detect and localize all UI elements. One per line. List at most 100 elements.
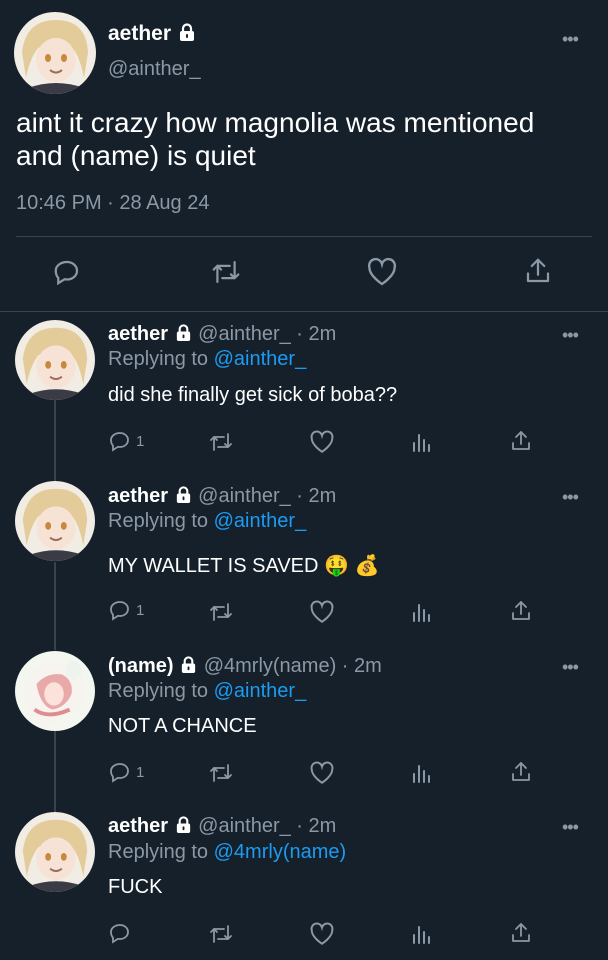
avatar[interactable] [15,812,95,892]
share-icon [512,923,530,942]
reply-button[interactable] [108,921,136,945]
replying-to-link[interactable]: @ainther_ [214,348,307,370]
thread-line [54,562,56,650]
lock-icon [176,324,190,342]
reply-text: did she finally get sick of boba?? [108,384,398,406]
retweet-button[interactable] [208,761,234,785]
reply-text: NOT A CHANCE [108,715,257,737]
handle-time[interactable]: @ainther_ · 2m [198,815,336,837]
retweet-button[interactable] [208,430,234,454]
analytics-button[interactable] [411,922,433,946]
analytics-button[interactable] [411,761,433,785]
tweet-text-line: aint it crazy how magnolia was mentioned [16,107,535,138]
handle-time[interactable]: @4mrly(name) · 2m [204,655,382,677]
like-icon [310,430,334,453]
replying-label: Replying to [108,510,209,532]
like-button[interactable] [366,257,398,287]
reply-count: 1 [136,763,145,781]
reply-text: FUCK [108,876,163,898]
reply-icon [110,601,129,621]
divider [16,236,592,237]
display-name[interactable]: aether [108,22,171,45]
handle-time[interactable]: @ainther_ · 2m [198,323,336,345]
replying-to: Replying to @4mrly(name) [108,841,346,864]
share-icon [512,431,530,450]
retweet-button[interactable] [208,600,234,624]
more-icon[interactable]: ••• [562,326,579,344]
share-button[interactable] [524,256,552,286]
handle-time[interactable]: @ainther_ · 2m [198,485,336,507]
retweet-icon [210,764,232,782]
share-button[interactable] [510,921,532,945]
reply-header: (name) @4mrly(name) · 2m [108,655,382,678]
avatar[interactable] [14,12,96,94]
display-name[interactable]: (name) [108,655,174,677]
replying-label: Replying to [108,348,209,370]
replying-label: Replying to [108,841,209,863]
share-icon [512,601,530,620]
like-button[interactable] [309,761,335,785]
lock-icon [176,486,190,504]
handle[interactable]: @ainther_ [108,58,201,81]
reply-header: aether @ainther_ · 2m [108,323,336,346]
tweet-text: aint it crazy how magnolia was mentioned… [16,106,534,172]
display-name[interactable]: aether [108,815,168,837]
retweet-icon [210,603,232,621]
share-button[interactable] [510,599,532,623]
lock-icon [181,656,196,674]
reply-count: 1 [136,601,145,619]
reply-count: 1 [136,432,145,450]
analytics-icon [413,604,430,622]
replying-label: Replying to [108,680,209,702]
share-button[interactable] [510,760,532,784]
analytics-icon [413,765,430,783]
reply-header: aether @ainther_ · 2m [108,815,336,838]
reply-icon [110,924,129,944]
more-icon[interactable]: ••• [562,658,579,676]
reply-icon [110,763,129,783]
replying-to: Replying to @ainther_ [108,510,306,533]
analytics-button[interactable] [411,430,433,454]
share-icon [526,258,550,283]
retweet-button[interactable] [208,922,234,946]
divider [0,311,608,312]
replying-to-link[interactable]: @4mrly(name) [214,841,347,863]
share-icon [512,762,530,781]
like-icon [310,761,334,784]
author-row: aether [108,22,197,46]
avatar[interactable] [15,320,95,400]
analytics-button[interactable] [411,600,433,624]
reply-button[interactable]: 1 [108,760,144,784]
avatar[interactable] [15,481,95,561]
reply-icon [54,260,79,286]
like-button[interactable] [309,430,335,454]
timestamp[interactable]: 10:46 PM · 28 Aug 24 [16,192,209,215]
display-name[interactable]: aether [108,485,168,507]
lock-icon [179,23,194,41]
thread-line [54,400,56,482]
replying-to-link[interactable]: @ainther_ [214,680,307,702]
like-button[interactable] [309,600,335,624]
replying-to-link[interactable]: @ainther_ [214,510,307,532]
like-button[interactable] [309,922,335,946]
more-icon[interactable]: ••• [562,818,579,836]
replying-to: Replying to @ainther_ [108,348,306,371]
reply-button[interactable]: 1 [108,429,144,453]
reply-text: MY WALLET IS SAVED 🤑 💰 [108,555,380,577]
like-icon [310,922,334,945]
reply-icon [110,432,129,452]
reply-button[interactable]: 1 [108,598,144,622]
retweet-icon [210,433,232,451]
reply-button[interactable] [52,257,82,287]
avatar[interactable] [15,651,95,731]
analytics-icon [413,434,430,452]
display-name[interactable]: aether [108,323,168,345]
retweet-button[interactable] [210,257,242,287]
lock-icon [176,816,190,834]
more-icon[interactable]: ••• [562,30,579,48]
tweet-text-line: and (name) is quiet [16,140,256,171]
retweet-icon [210,925,232,943]
reply-header: aether @ainther_ · 2m [108,485,336,508]
share-button[interactable] [510,429,532,453]
more-icon[interactable]: ••• [562,488,579,506]
